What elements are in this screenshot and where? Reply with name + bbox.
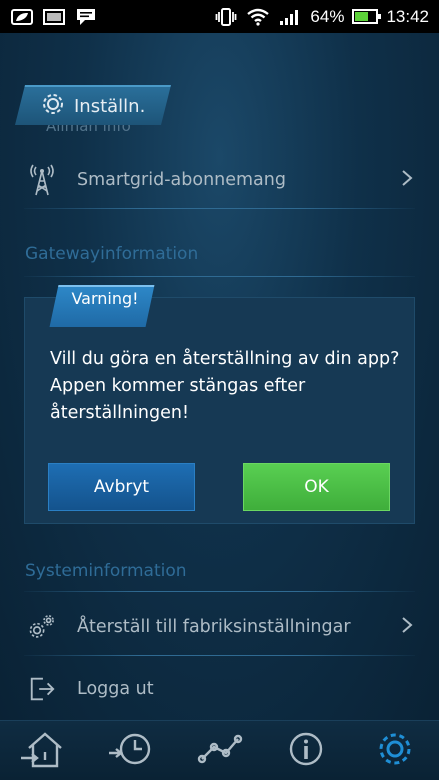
factory-reset-label: Återställ till fabriksinställningar <box>77 617 351 637</box>
chevron-right-icon <box>401 616 413 638</box>
history-icon <box>107 729 153 773</box>
nav-info[interactable] <box>282 727 330 775</box>
cancel-button[interactable]: Avbryt <box>48 463 195 511</box>
smartgrid-subscription-row[interactable]: Smartgrid-abonnemang <box>0 152 439 208</box>
graph-icon <box>196 733 244 769</box>
section-heading-gateway: Gatewayinformation <box>25 244 199 264</box>
battery-icon <box>352 9 382 24</box>
signal-icon <box>278 7 302 27</box>
gears-icon <box>28 611 56 643</box>
section-heading-system: Systeminformation <box>25 561 187 581</box>
clock: 13:42 <box>386 6 429 26</box>
settings-gear-icon <box>40 91 66 121</box>
chevron-right-icon <box>401 169 413 191</box>
nav-settings[interactable] <box>371 727 419 775</box>
antenna-tower-icon <box>28 164 56 196</box>
wifi-icon <box>246 7 270 27</box>
leaf-notification-icon <box>10 7 34 27</box>
info-icon <box>287 730 325 772</box>
divider <box>24 276 415 277</box>
message-notification-icon <box>74 7 98 27</box>
divider <box>24 591 415 592</box>
logout-label: Logga ut <box>77 679 154 699</box>
smartgrid-label: Smartgrid-abonnemang <box>77 170 286 190</box>
image-notification-icon <box>42 7 66 27</box>
settings-gear-icon <box>375 729 415 773</box>
ok-button[interactable]: OK <box>243 463 390 511</box>
page-title: Inställn. <box>74 95 146 117</box>
factory-reset-row[interactable]: Återställ till fabriksinställningar <box>0 599 439 655</box>
divider <box>24 655 415 656</box>
nav-history[interactable] <box>106 727 154 775</box>
status-bar-right: 64% 13:42 <box>214 7 429 27</box>
battery-percent: 64% <box>310 6 345 26</box>
logout-icon <box>28 673 56 705</box>
divider <box>24 208 415 209</box>
nav-graph[interactable] <box>196 727 244 775</box>
status-bar: 64% 13:42 <box>0 0 439 33</box>
home-heat-icon <box>19 728 65 774</box>
bottom-navigation <box>0 720 439 780</box>
logout-row[interactable]: Logga ut <box>0 661 439 717</box>
dialog-message: Vill du göra en återställning av din app… <box>50 349 400 423</box>
status-bar-left <box>10 7 98 27</box>
header-tab: Inställn. <box>40 89 145 123</box>
nav-home[interactable] <box>18 727 66 775</box>
vibrate-icon <box>214 7 238 27</box>
dialog-title: Varning! <box>71 289 139 308</box>
